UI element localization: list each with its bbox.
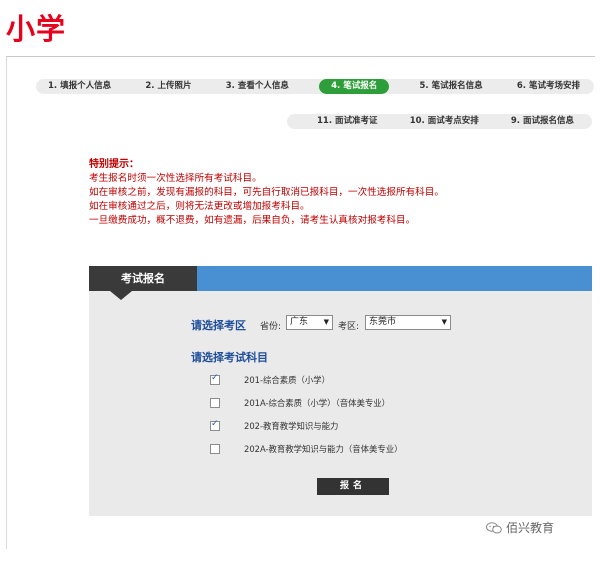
subject-checkbox[interactable] [210,444,220,454]
chevron-down-icon: ▼ [323,318,329,326]
step-upload-photo[interactable]: 2. 上传照片 [141,79,195,94]
panel-tab-exam-registration: 考试报名 [89,266,197,291]
subject-row: 202A-教育教学知识与能力（音体美专业） [210,443,403,455]
steps-bar-row2: 11. 面试准考证 10. 面试考点安排 9. 面试报名信息 [287,114,592,129]
subject-row: 201A-综合素质（小学）（音体美专业） [210,397,390,409]
subject-row: ✓ 201-综合素质（小学） [210,373,331,386]
step-interview-registration-info[interactable]: 9. 面试报名信息 [507,114,578,129]
step-interview-admission-ticket[interactable]: 11. 面试准考证 [313,114,382,129]
step-interview-venue[interactable]: 10. 面试考点安排 [406,114,483,129]
wechat-icon [486,521,502,533]
step-written-registration-info[interactable]: 5. 笔试报名信息 [416,79,487,94]
province-label: 省份: [260,322,282,332]
subject-checkbox[interactable]: ✓ [210,373,220,385]
submit-registration-button[interactable]: 报名 [317,478,389,495]
district-label: 考区: [338,322,360,332]
district-select[interactable]: 东莞市 ▼ [365,315,451,330]
province-select[interactable]: 广东 ▼ [286,315,333,330]
notice-title: 特别提示： [89,159,139,170]
notice-line: 如在审核之前，发现有漏报的科目，可先自行取消已报科目，一次性选报所有科目。 [89,187,444,198]
subject-label: 202A-教育教学知识与能力（音体美专业） [244,444,403,454]
region-section-label: 请选择考区 [191,319,246,332]
notice-line: 考生报名时须一次性选择所有考试科目。 [89,173,262,184]
tab-pointer-icon [110,291,132,300]
subject-label: 202-教育教学知识与能力 [244,421,339,431]
exam-registration-panel: 考试报名 请选择考区 省份: 广东 ▼ 考区: 东莞市 ▼ 请选择考试科目 ✓ … [89,266,592,516]
check-icon: ✓ [211,419,219,429]
district-value: 东莞市 [369,317,397,327]
page-title: 小学 [6,12,67,46]
watermark: 佰兴教育 [486,519,554,536]
notice-line: 一旦缴费成功，概不退费，如有遗漏，后果自负，请考生认真核对报考科目。 [89,215,416,226]
chevron-down-icon: ▼ [441,318,447,326]
subjects-section-label: 请选择考试科目 [191,351,268,364]
subject-checkbox[interactable]: ✓ [210,419,220,431]
check-icon: ✓ [211,373,219,383]
step-view-personal-info[interactable]: 3. 查看个人信息 [222,79,293,94]
special-notice: 特别提示： 考生报名时须一次性选择所有考试科目。 如在审核之前，发现有漏报的科目… [89,158,444,228]
watermark-text: 佰兴教育 [506,521,555,535]
subject-checkbox[interactable] [210,398,220,408]
notice-line: 如在审核通过之后，则将无法更改或增加报考科目。 [89,201,310,212]
steps-bar-row1: 1. 填报个人信息 2. 上传照片 3. 查看个人信息 4. 笔试报名 5. 笔… [36,79,594,94]
subject-label: 201A-综合素质（小学）（音体美专业） [244,398,390,408]
step-written-exam-room[interactable]: 6. 笔试考场安排 [513,79,584,94]
step-written-exam-registration[interactable]: 4. 笔试报名 [319,79,390,94]
subject-row: ✓ 202-教育教学知识与能力 [210,419,339,432]
step-fill-personal-info[interactable]: 1. 填报个人信息 [44,79,115,94]
province-value: 广东 [290,317,309,327]
subject-label: 201-综合素质（小学） [244,375,331,385]
